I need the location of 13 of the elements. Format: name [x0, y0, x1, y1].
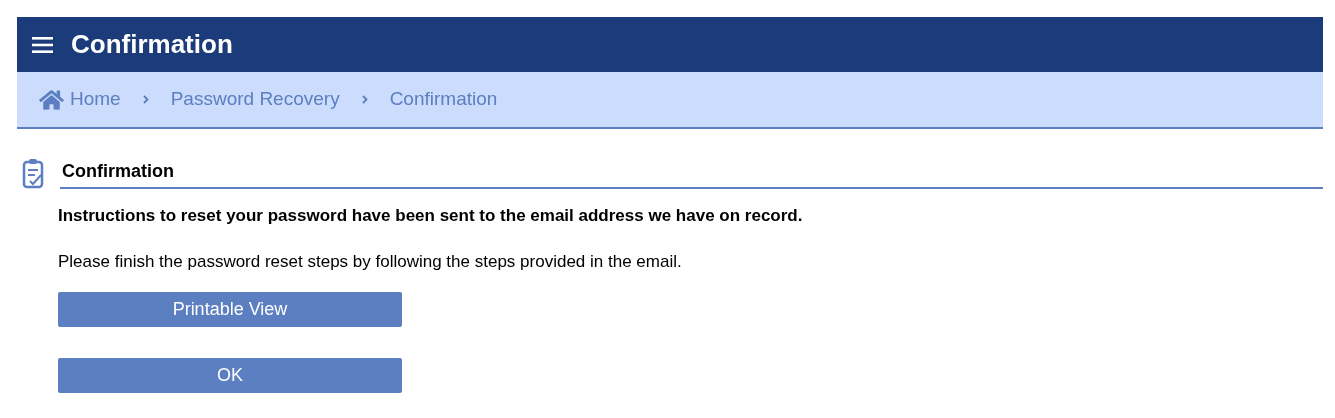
- action-button[interactable]: Printable View: [58, 292, 402, 327]
- breadcrumb-link[interactable]: Password Recovery: [170, 85, 340, 114]
- action-button[interactable]: OK: [58, 358, 402, 393]
- breadcrumb-link[interactable]: Confirmation: [389, 85, 498, 114]
- menu-icon[interactable]: [32, 36, 53, 53]
- confirmation-message: Instructions to reset your password have been sent to the email address we have on record.: [58, 205, 804, 227]
- breadcrumb-link[interactable]: Home: [39, 85, 121, 114]
- section-heading: Confirmation: [60, 158, 1323, 189]
- home-icon: [39, 88, 64, 111]
- chevron-icon: [142, 95, 149, 104]
- chevron-icon: [361, 95, 368, 104]
- page-title: Confirmation: [71, 28, 233, 61]
- instruction-text: Please finish the password reset steps by following the steps provided in the email.: [58, 250, 683, 273]
